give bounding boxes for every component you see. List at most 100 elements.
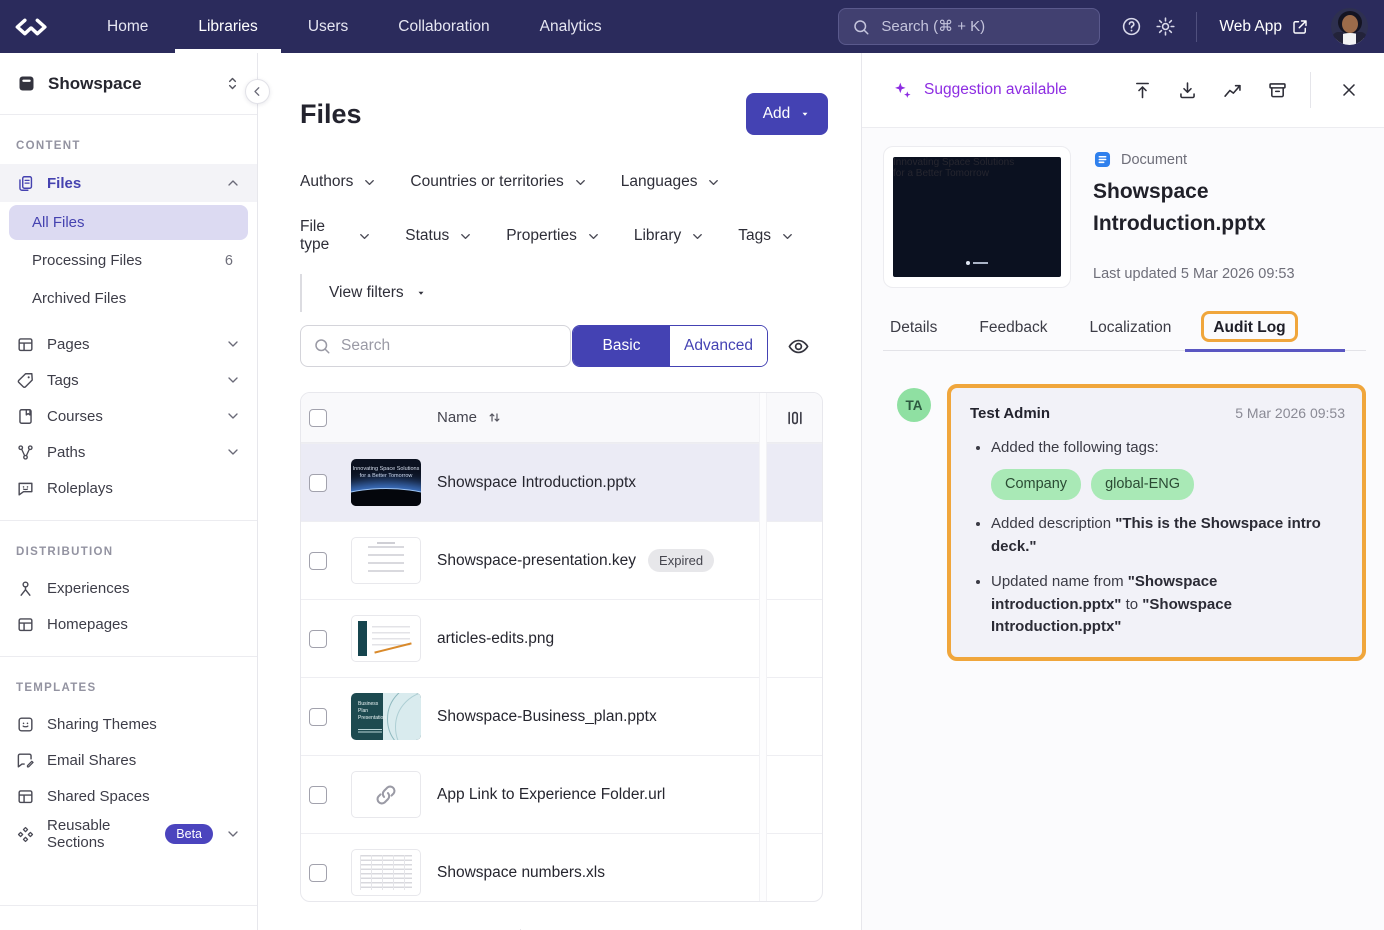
sidebar-item-paths[interactable]: Paths — [0, 434, 257, 470]
sidebar-item-archived-files[interactable]: Archived Files — [9, 281, 248, 316]
nav-users[interactable]: Users — [283, 0, 373, 53]
layout-grid-icon — [16, 615, 35, 634]
file-search[interactable] — [300, 325, 571, 367]
table-row[interactable]: articles-edits.png — [301, 599, 822, 677]
file-thumbnail-document — [351, 537, 421, 584]
web-app-link[interactable]: Web App — [1219, 18, 1309, 36]
settings-gear-icon[interactable] — [1148, 10, 1182, 44]
download-icon[interactable] — [1172, 75, 1202, 105]
view-filters-section: View filters — [300, 274, 427, 312]
tab-details[interactable]: Details — [890, 319, 937, 337]
filter-library[interactable]: Library — [634, 218, 705, 254]
sidebar-item-courses[interactable]: Courses — [0, 398, 257, 434]
tab-localization[interactable]: Localization — [1089, 319, 1171, 337]
eye-icon[interactable] — [783, 331, 813, 361]
document-preview[interactable]: Innovating Space Solutionsfor a Better T… — [883, 146, 1071, 288]
document-type-icon — [1093, 150, 1112, 169]
audit-log-entry: TA Test Admin 5 Mar 2026 09:53 Added the… — [883, 384, 1366, 661]
add-button[interactable]: Add — [746, 93, 828, 135]
user-avatar[interactable] — [1331, 8, 1368, 45]
sidebar-item-pages[interactable]: Pages — [0, 326, 257, 362]
section-label-templates: TEMPLATES — [16, 682, 241, 694]
global-search[interactable] — [838, 8, 1100, 45]
audit-author-avatar: TA — [897, 388, 931, 422]
table-header: Name — [301, 393, 822, 443]
file-thumbnail-spreadsheet — [351, 849, 421, 896]
archive-icon[interactable] — [1262, 75, 1292, 105]
table-row[interactable]: Business PlanPresentation Showspace-Busi… — [301, 677, 822, 755]
app-logo-icon[interactable] — [14, 11, 54, 43]
table-row[interactable]: Showspace numbers.xls — [301, 833, 822, 902]
nav-analytics[interactable]: Analytics — [515, 0, 627, 53]
sidebar-item-roleplays[interactable]: Roleplays — [0, 470, 257, 506]
filter-languages[interactable]: Languages — [621, 173, 722, 191]
sidebar-collapse-button[interactable] — [245, 79, 270, 104]
filter-status[interactable]: Status — [405, 218, 473, 254]
advanced-toggle[interactable]: Advanced — [670, 326, 767, 366]
nav-divider — [1196, 12, 1197, 42]
search-icon — [852, 18, 870, 36]
sidebar-item-files[interactable]: Files — [0, 164, 257, 202]
table-row[interactable]: App Link to Experience Folder.url — [301, 755, 822, 833]
sidebar-item-tags[interactable]: Tags — [0, 362, 257, 398]
filter-countries[interactable]: Countries or territories — [410, 173, 587, 191]
diamonds-icon — [16, 825, 35, 844]
audit-timestamp: 5 Mar 2026 09:53 — [1235, 405, 1345, 421]
filter-tags[interactable]: Tags — [738, 218, 795, 254]
file-thumbnail-space-slide: Innovating Space Solutionsfor a Better T… — [351, 459, 421, 506]
nav-collaboration[interactable]: Collaboration — [373, 0, 514, 53]
select-all-checkbox[interactable] — [309, 409, 327, 427]
caret-down-icon — [799, 108, 811, 120]
suggestion-available-button[interactable]: Suggestion available — [892, 80, 1067, 101]
analytics-trend-icon[interactable] — [1217, 75, 1247, 105]
row-checkbox[interactable] — [309, 630, 327, 648]
sort-icon[interactable] — [486, 409, 503, 426]
section-label-distribution: DISTRIBUTION — [16, 546, 241, 558]
sparkles-icon — [892, 80, 913, 101]
filter-authors[interactable]: Authors — [300, 173, 377, 191]
chevron-up-icon — [225, 175, 241, 191]
tab-feedback[interactable]: Feedback — [979, 319, 1047, 337]
path-branch-icon — [16, 443, 35, 462]
workspace-selector[interactable]: Showspace — [0, 73, 257, 94]
sidebar-item-shared-spaces[interactable]: Shared Spaces — [0, 778, 257, 814]
filter-properties[interactable]: Properties — [506, 218, 601, 254]
row-checkbox[interactable] — [309, 552, 327, 570]
nav-libraries[interactable]: Libraries — [173, 0, 282, 53]
row-checkbox[interactable] — [309, 786, 327, 804]
column-settings-icon[interactable] — [767, 393, 822, 443]
chevron-down-icon — [458, 229, 473, 244]
share-upload-icon[interactable] — [1127, 75, 1157, 105]
sidebar-item-all-files[interactable]: All Files — [9, 205, 248, 240]
file-search-input[interactable] — [341, 337, 558, 355]
tab-audit-log[interactable]: Audit Log — [1213, 319, 1285, 337]
layout-grid-icon — [16, 787, 35, 806]
table-row[interactable]: Showspace-presentation.key Expired — [301, 521, 822, 599]
basic-toggle[interactable]: Basic — [573, 326, 670, 366]
sidebar-item-experiences[interactable]: Experiences — [0, 570, 257, 606]
sidebar-item-reusable-sections[interactable]: Reusable Sections Beta — [0, 814, 257, 854]
row-checkbox[interactable] — [309, 708, 327, 726]
filter-file-type[interactable]: File type — [300, 218, 372, 254]
help-icon[interactable] — [1114, 10, 1148, 44]
sidebar-item-email-shares[interactable]: Email Shares — [0, 742, 257, 778]
beta-badge: Beta — [165, 824, 213, 844]
sidebar-item-sharing-themes[interactable]: Sharing Themes — [0, 706, 257, 742]
chain-link-icon — [373, 782, 399, 808]
files-table: Name Innovating Space Solutionsfor a Bet… — [300, 392, 823, 902]
row-checkbox[interactable] — [309, 474, 327, 492]
chevron-down-icon — [690, 229, 705, 244]
row-checkbox[interactable] — [309, 864, 327, 882]
nav-home[interactable]: Home — [82, 0, 173, 53]
global-search-input[interactable] — [881, 18, 1086, 35]
view-filters-toggle[interactable]: View filters — [329, 284, 427, 302]
table-row[interactable]: Innovating Space Solutionsfor a Better T… — [301, 443, 822, 521]
sidebar-item-homepages[interactable]: Homepages — [0, 606, 257, 642]
sidebar-item-processing-files[interactable]: Processing Files 6 — [9, 243, 248, 278]
tag-pill-company: Company — [991, 469, 1081, 501]
filters-row-2: File type Status Properties Library Tags — [300, 218, 828, 254]
book-icon — [16, 407, 35, 426]
close-icon[interactable] — [1334, 75, 1364, 105]
table-scrollbar[interactable] — [759, 393, 767, 901]
search-icon — [313, 337, 331, 355]
